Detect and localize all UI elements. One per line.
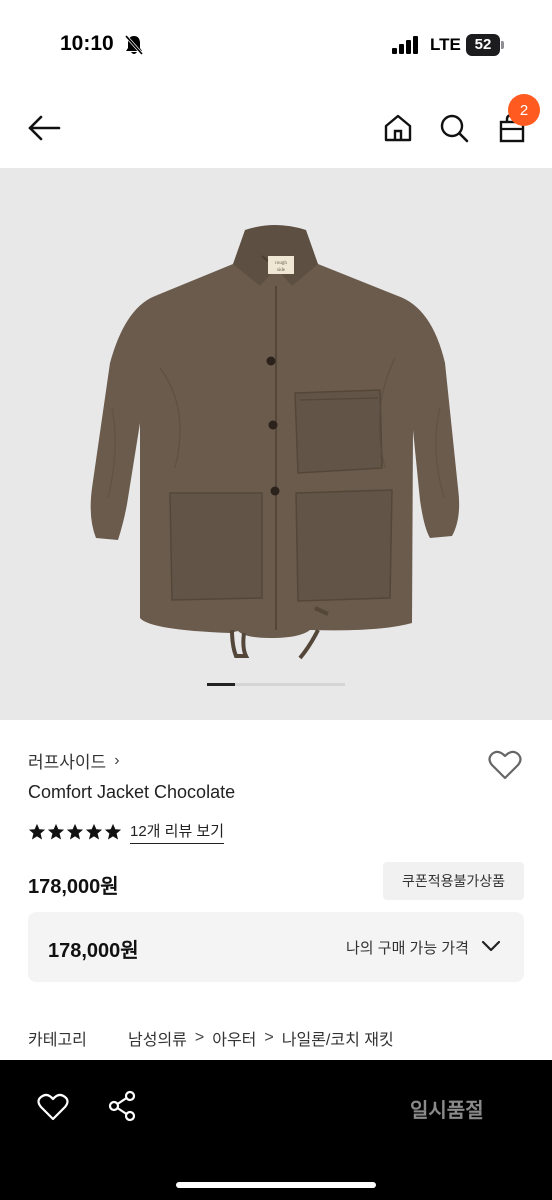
share-button[interactable] <box>106 1090 140 1124</box>
svg-text:side: side <box>277 268 286 273</box>
brand-link[interactable]: 러프사이드 › <box>28 748 120 773</box>
status-time: 10:10 <box>60 32 114 55</box>
coupon-unavailable-badge: 쿠폰적용불가상품 <box>383 862 524 900</box>
chevron-right-icon: > <box>264 1029 274 1046</box>
top-nav: 2 <box>0 90 552 168</box>
my-price-value: 178,000원 <box>48 940 139 962</box>
bottom-wishlist-button[interactable] <box>36 1092 70 1124</box>
brand-name: 러프사이드 <box>28 753 107 772</box>
my-price-dropdown[interactable]: 178,000원 나의 구매 가능 가격 <box>28 912 524 982</box>
cart-count-badge: 2 <box>508 94 540 126</box>
chevron-right-icon: › <box>114 751 120 769</box>
category-label: 카테고리 <box>28 1032 87 1049</box>
svg-text:rough: rough <box>275 261 287 266</box>
star-icon <box>28 823 46 840</box>
rating-row: 12개 리뷰 보기 <box>28 820 225 844</box>
jacket-image: rough side <box>90 225 460 660</box>
search-button[interactable] <box>434 108 474 148</box>
rating-stars <box>28 823 122 841</box>
star-icon <box>66 823 84 840</box>
product-price: 178,000원 <box>28 876 119 898</box>
chevron-down-icon <box>481 940 501 952</box>
category-row: 카테고리 남성의류 > 아우터 > 나일론/코치 재킷 <box>28 1026 394 1050</box>
search-icon <box>440 114 469 143</box>
image-page-indicator <box>207 683 345 686</box>
category-item-outer[interactable]: 아우터 <box>212 1026 256 1050</box>
back-button[interactable] <box>24 108 64 148</box>
signal-icon <box>392 36 418 54</box>
bottom-action-bar: 일시품절 <box>0 1060 552 1200</box>
star-icon <box>104 823 122 840</box>
bell-slash-icon <box>124 35 144 55</box>
sold-out-button: 일시품절 <box>410 1100 484 1122</box>
star-icon <box>85 823 103 840</box>
battery-level: 52 <box>474 36 492 53</box>
home-indicator <box>176 1182 376 1188</box>
my-price-label: 나의 구매 가능 가격 <box>346 940 469 957</box>
back-arrow-icon <box>28 115 61 141</box>
product-name: Comfort Jacket Chocolate <box>28 782 236 802</box>
heart-outline-icon <box>488 750 522 780</box>
star-icon <box>47 823 65 840</box>
category-item-mens-clothing[interactable]: 남성의류 <box>128 1026 187 1050</box>
image-page-indicator-fill <box>207 683 235 686</box>
chevron-right-icon: > <box>194 1029 205 1046</box>
wishlist-button[interactable] <box>486 746 524 784</box>
product-image[interactable]: rough side <box>0 168 552 720</box>
battery-icon: 52 <box>466 34 504 56</box>
status-bar: 10:10 LTE 52 <box>0 0 552 90</box>
category-item-coach-jacket[interactable]: 나일론/코치 재킷 <box>282 1026 394 1050</box>
category-breadcrumb: 남성의류 > 아우터 > 나일론/코치 재킷 <box>128 1026 394 1050</box>
review-link[interactable]: 12개 리뷰 보기 <box>130 820 225 844</box>
share-icon <box>108 1090 136 1122</box>
home-button[interactable] <box>378 108 418 148</box>
heart-icon <box>37 1093 69 1121</box>
home-icon <box>384 114 412 142</box>
network-label: LTE <box>430 35 461 54</box>
